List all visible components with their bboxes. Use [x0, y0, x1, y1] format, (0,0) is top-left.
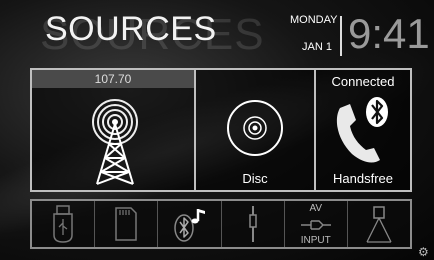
- handsfree-source-tile[interactable]: Connected Handsfree: [314, 68, 412, 192]
- usb-source-button[interactable]: [32, 201, 96, 247]
- bluetooth-audio-icon: [174, 209, 206, 242]
- day-label: MONDAY: [290, 14, 338, 26]
- usb-icon: [53, 205, 73, 243]
- disc-source-tile[interactable]: Disc: [194, 68, 316, 192]
- handsfree-label: Handsfree: [333, 171, 393, 186]
- disc-icon: [227, 100, 283, 156]
- header-divider: [340, 16, 342, 56]
- av-label: AV: [309, 203, 323, 214]
- connection-status: Connected: [331, 74, 395, 89]
- aux-jack-icon: [248, 206, 257, 242]
- date-label: JAN 1: [302, 41, 332, 53]
- bluetooth-audio-source-button[interactable]: [158, 201, 222, 247]
- bluetooth-phone-icon: [336, 97, 388, 163]
- page-title: SOURCES: [45, 10, 217, 48]
- clock[interactable]: 9:41: [348, 10, 430, 58]
- sd-card-source-button[interactable]: [95, 201, 159, 247]
- av-input-icon: [300, 220, 331, 230]
- av-input-source-button[interactable]: AV INPUT: [285, 201, 348, 247]
- camera-source-button[interactable]: [348, 201, 410, 247]
- input-label: INPUT: [300, 235, 331, 246]
- disc-label: Disc: [242, 171, 268, 186]
- camera-icon: [366, 206, 392, 243]
- radio-frequency: 107.70: [32, 70, 194, 88]
- secondary-sources-bar: AV INPUT: [30, 199, 412, 249]
- sd-card-icon: [115, 207, 137, 241]
- radio-tower-icon: [92, 99, 138, 185]
- radio-source-tile[interactable]: 107.70: [30, 68, 196, 192]
- aux-source-button[interactable]: [222, 201, 285, 247]
- settings-icon[interactable]: ⚙: [418, 245, 429, 259]
